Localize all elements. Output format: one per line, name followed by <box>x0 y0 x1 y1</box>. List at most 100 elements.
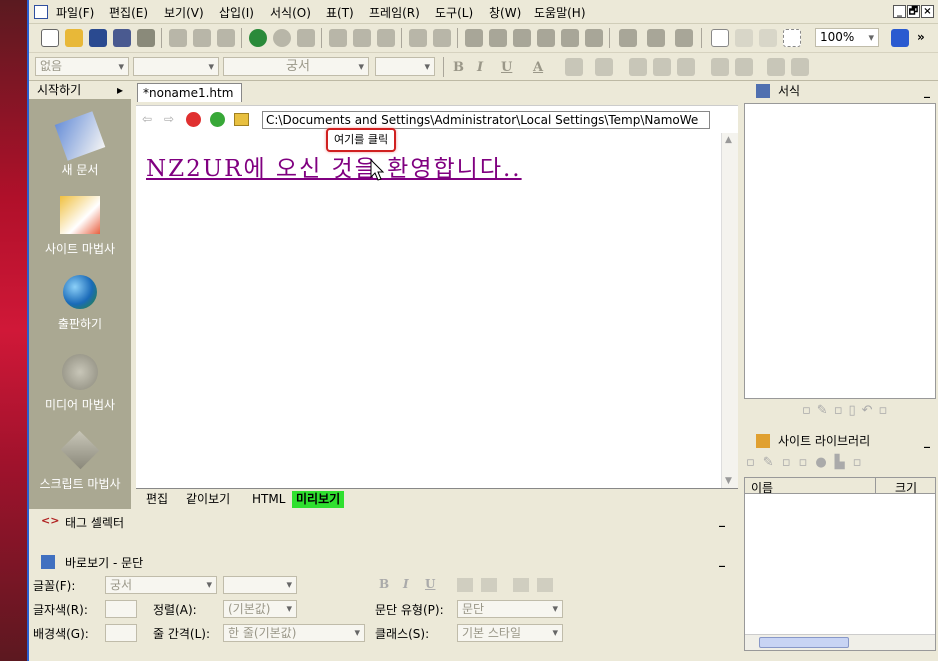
prop-underline-button[interactable]: U <box>425 577 435 591</box>
menu-frame[interactable]: 프레임(R) <box>369 4 420 21</box>
address-field[interactable]: C:\Documents and Settings\Administrator\… <box>262 111 710 129</box>
style-select[interactable]: 없음 <box>35 57 129 76</box>
new-document-icon[interactable] <box>41 29 59 47</box>
tab-html[interactable]: HTML <box>248 491 289 508</box>
prop-indent-icon[interactable] <box>537 578 553 592</box>
save-all-icon[interactable] <box>113 29 131 47</box>
forward-arrow-icon[interactable]: ⇨ <box>164 112 174 126</box>
open-folder-icon[interactable] <box>65 29 83 47</box>
prop-italic-button[interactable]: I <box>403 577 409 591</box>
menu-view[interactable]: 보기(V) <box>164 4 204 21</box>
vertical-scrollbar[interactable]: ▲ ▼ <box>721 133 738 488</box>
back-arrow-icon[interactable]: ⇦ <box>142 112 152 126</box>
underline-button[interactable]: U <box>501 60 512 75</box>
print-preview-icon[interactable] <box>193 29 211 47</box>
app-menu-icon[interactable] <box>34 5 48 19</box>
script-wizard-item[interactable]: 스크립트 마법사 <box>29 430 131 492</box>
insert-image-icon[interactable] <box>489 29 507 47</box>
font-color-button[interactable]: A <box>533 60 543 75</box>
prop-size-select[interactable] <box>223 576 297 594</box>
home-icon[interactable] <box>234 113 249 126</box>
new-document-item[interactable]: 새 문서 <box>29 111 131 178</box>
align-left-icon[interactable] <box>629 58 647 76</box>
scroll-thumb[interactable] <box>759 637 849 648</box>
browser-preview-icon[interactable] <box>249 29 267 47</box>
stop-icon[interactable] <box>273 29 291 47</box>
tab-edit[interactable]: 편집 <box>142 491 172 508</box>
font-select[interactable]: 궁서 <box>223 57 369 76</box>
undo-icon[interactable] <box>409 29 427 47</box>
align-select[interactable]: (기본값) <box>223 600 297 618</box>
editor-page[interactable]: NZ2UR에 오신 것을 환영합니다.. 여기를 클릭 <box>136 128 721 488</box>
borders-icon[interactable] <box>783 29 801 47</box>
menu-table[interactable]: 표(T) <box>326 4 354 21</box>
line-spacing-select[interactable]: 한 줄(기본값) <box>223 624 365 642</box>
column-name[interactable]: 이름 <box>751 479 773 496</box>
scroll-up-icon[interactable]: ▲ <box>725 135 732 145</box>
tag-selector-minimize[interactable]: _ <box>719 513 725 527</box>
copy-icon[interactable] <box>353 29 371 47</box>
clear-format-icon[interactable] <box>595 58 613 76</box>
site-wizard-item[interactable]: 사이트 마법사 <box>29 196 131 257</box>
brush-icon[interactable] <box>619 29 637 47</box>
document-tab[interactable]: *noname1.htm <box>137 83 243 102</box>
format-panel-minimize[interactable]: _ <box>924 81 930 101</box>
publish-item[interactable]: 출판하기 <box>29 275 131 332</box>
page-heading-link[interactable]: NZ2UR에 오신 것을 환영합니다.. <box>146 149 522 183</box>
menu-tools[interactable]: 도구(L) <box>435 4 473 21</box>
indent-icon[interactable] <box>791 58 809 76</box>
bg-color-swatch[interactable] <box>105 624 137 642</box>
prop-outdent-icon[interactable] <box>513 578 529 592</box>
paragraph-mark-icon[interactable] <box>735 29 753 47</box>
bullet-list-icon[interactable] <box>735 58 753 76</box>
horizontal-scrollbar[interactable] <box>745 634 935 650</box>
insert-frame-icon[interactable] <box>585 29 603 47</box>
site-library-minimize[interactable]: _ <box>924 431 930 451</box>
print-icon[interactable] <box>169 29 187 47</box>
text-color-swatch[interactable] <box>105 600 137 618</box>
highlight-icon[interactable] <box>565 58 583 76</box>
site-library-list[interactable]: 이름 크기 <box>744 477 936 651</box>
prop-bullet-list-icon[interactable] <box>481 578 497 592</box>
prop-bold-button[interactable]: B <box>379 577 389 591</box>
column-size[interactable]: 크기 <box>895 479 917 496</box>
tab-split[interactable]: 같이보기 <box>182 491 234 508</box>
start-panel-header[interactable]: 시작하기 ▸ <box>29 81 131 99</box>
numbered-list-icon[interactable] <box>711 58 729 76</box>
scroll-down-icon[interactable]: ▼ <box>725 476 732 486</box>
class-select[interactable]: 기본 스타일 <box>457 624 563 642</box>
refresh-icon[interactable] <box>210 112 225 127</box>
redo-icon[interactable] <box>433 29 451 47</box>
insert-form-icon[interactable] <box>513 29 531 47</box>
bold-button[interactable]: B <box>453 60 464 75</box>
align-right-icon[interactable] <box>677 58 695 76</box>
cut-icon[interactable] <box>329 29 347 47</box>
line-break-icon[interactable] <box>759 29 777 47</box>
help-icon[interactable] <box>891 29 909 47</box>
italic-button[interactable]: I <box>477 60 483 75</box>
font-size-select[interactable] <box>375 57 435 76</box>
menu-edit[interactable]: 편집(E) <box>109 4 148 21</box>
close-button[interactable]: × <box>921 5 934 18</box>
chevron-right-icon[interactable]: ▸ <box>117 81 123 99</box>
para-type-select[interactable]: 문단 <box>457 600 563 618</box>
preview-icon[interactable] <box>137 29 155 47</box>
properties-minimize[interactable]: _ <box>719 553 725 567</box>
save-icon[interactable] <box>89 29 107 47</box>
prop-font-select[interactable]: 궁서 <box>105 576 217 594</box>
refresh-icon[interactable] <box>297 29 315 47</box>
zoom-select[interactable]: 100% <box>815 28 879 47</box>
toolbar-overflow[interactable]: » <box>917 30 925 44</box>
stop-icon[interactable] <box>186 112 201 127</box>
media-wizard-item[interactable]: 미디어 마법사 <box>29 354 131 413</box>
insert-table-icon[interactable] <box>537 29 555 47</box>
menu-window[interactable]: 창(W) <box>489 4 521 21</box>
menu-insert[interactable]: 삽입(I) <box>219 4 254 21</box>
prop-numbered-list-icon[interactable] <box>457 578 473 592</box>
align-center-icon[interactable] <box>653 58 671 76</box>
menu-file[interactable]: 파일(F) <box>56 4 94 21</box>
menu-format[interactable]: 서식(O) <box>270 4 311 21</box>
tab-preview[interactable]: 미리보기 <box>292 491 345 508</box>
spellcheck-icon[interactable] <box>217 29 235 47</box>
paste-icon[interactable] <box>377 29 395 47</box>
